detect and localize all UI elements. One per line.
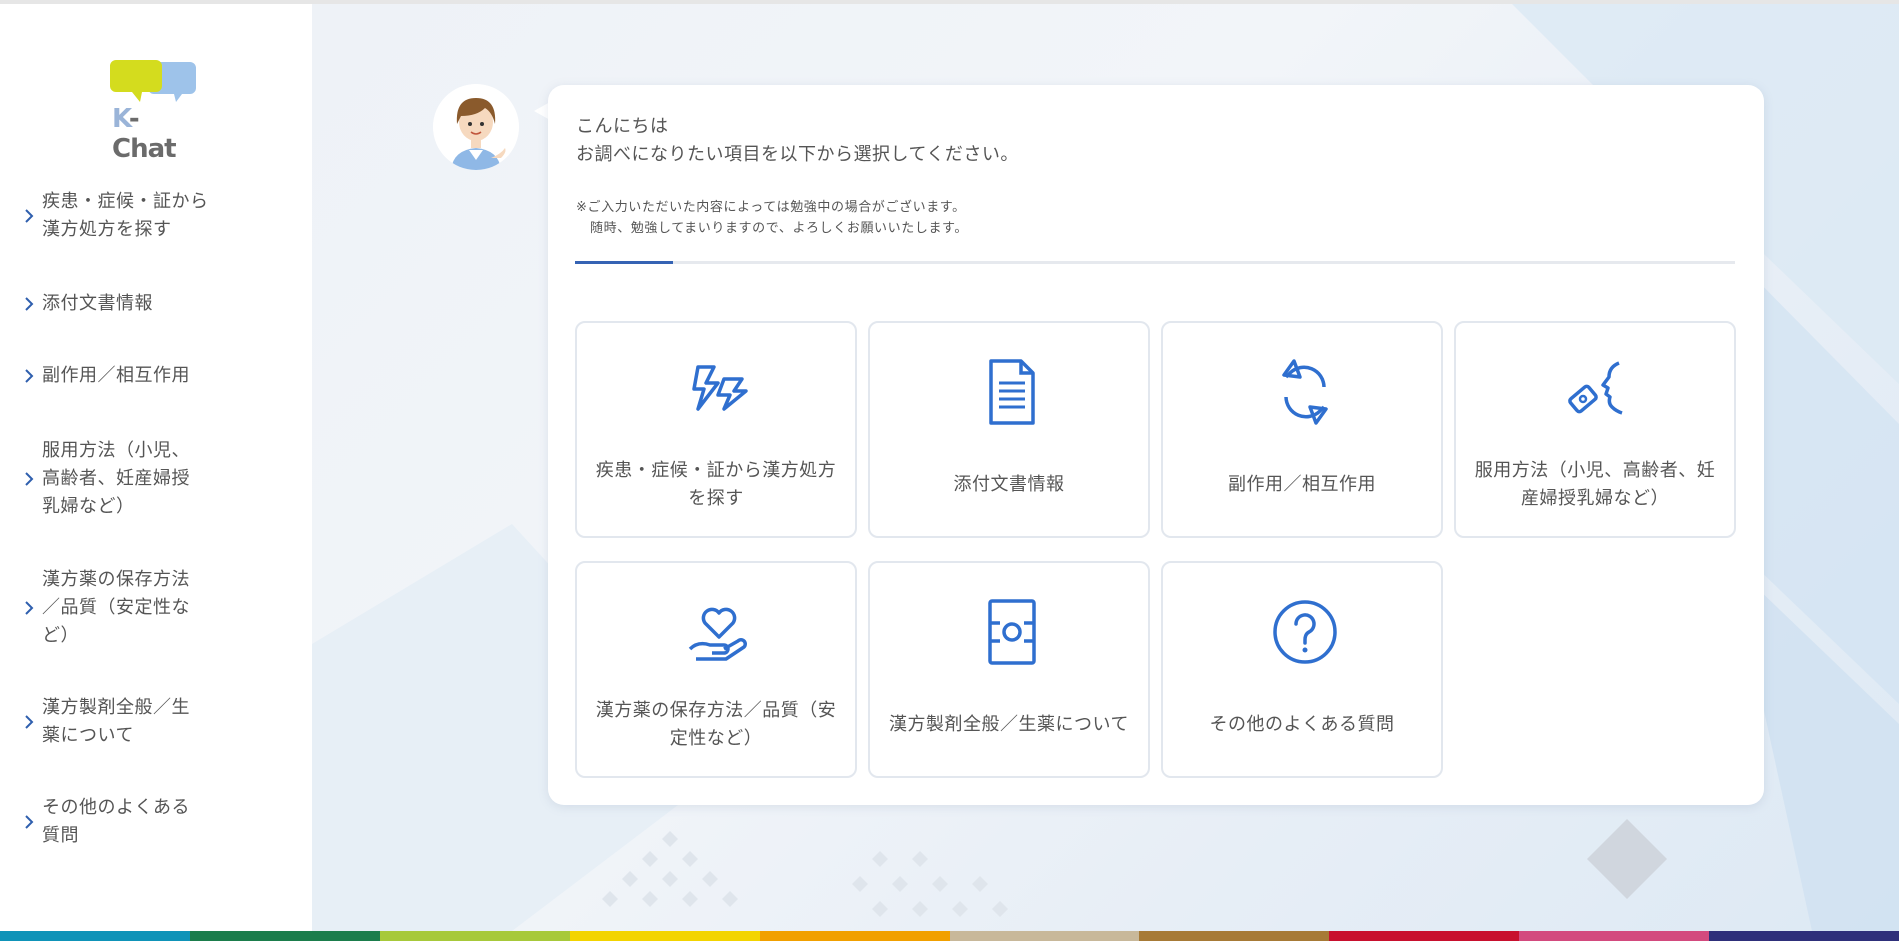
exchange-arrows-icon xyxy=(1282,359,1328,425)
color-bar-segment xyxy=(759,931,950,941)
color-bar-segment xyxy=(0,931,190,941)
sidebar-item-label: 添付文書情報 xyxy=(42,293,153,314)
tile-dosage[interactable]: 服用方法（小児、高齢者、妊産婦授乳婦など） xyxy=(1454,321,1736,538)
tile-package-insert[interactable]: 添付文書情報 xyxy=(868,321,1150,538)
color-bar-segment xyxy=(1329,931,1520,941)
pill-swallow-icon xyxy=(1568,361,1623,415)
color-bar-segment xyxy=(1139,931,1330,941)
sidebar-item-label: 漢方薬の保存方法／品質（安定性など） xyxy=(42,569,190,646)
color-bar-segment xyxy=(569,931,760,941)
chevron-right-icon xyxy=(25,472,34,486)
chevron-right-icon xyxy=(25,815,34,829)
notice-line-1: ※ご入力いただいた内容によっては勉強中の場合がございます。 xyxy=(576,200,966,215)
notice-line-2: 随時、勉強してまいりますので、よろしくお願いいたします。 xyxy=(590,221,968,236)
chevron-right-icon xyxy=(25,369,34,383)
chat-message-card: こんにちは お調べになりたい項目を以下から選択してください。 ※ご入力いただいた… xyxy=(548,85,1764,805)
color-bar-segment xyxy=(949,931,1140,941)
sidebar-item-dosage[interactable]: 服用方法（小児、高齢者、妊産婦授乳婦など） xyxy=(20,437,220,521)
tile-formulation[interactable]: 漢方製剤全般／生薬について xyxy=(868,561,1150,778)
color-bar-segment xyxy=(379,931,570,941)
tile-label: 服用方法（小児、高齢者、妊産婦授乳婦など） xyxy=(1474,460,1716,509)
tile-label: 漢方製剤全般／生薬について xyxy=(889,714,1129,735)
notice-text: ※ご入力いただいた内容によっては勉強中の場合がございます。 随時、勉強してまいり… xyxy=(576,197,968,239)
tile-faq[interactable]: その他のよくある質問 xyxy=(1161,561,1443,778)
sidebar: K-Chat 疾患・症候・証から漢方処方を探す 添付文書情報 副作用／相互作用 … xyxy=(0,4,312,931)
brand-color-bar xyxy=(0,931,1899,941)
question-icon xyxy=(1273,600,1337,664)
tile-storage[interactable]: 漢方薬の保存方法／品質（安定性など） xyxy=(575,561,857,778)
medicine-box-icon xyxy=(988,599,1036,665)
greeting-line-2: お調べになりたい項目を以下から選択してください。 xyxy=(576,144,1019,165)
sidebar-item-label: 副作用／相互作用 xyxy=(42,365,190,386)
sidebar-item-side-effects[interactable]: 副作用／相互作用 xyxy=(20,362,220,390)
color-bar-segment xyxy=(1519,931,1710,941)
sidebar-item-label: その他のよくある質問 xyxy=(42,797,190,846)
sidebar-item-label: 漢方製剤全般／生薬について xyxy=(42,697,190,746)
sidebar-item-label: 疾患・症候・証から漢方処方を探す xyxy=(42,191,209,240)
assistant-avatar-icon xyxy=(433,84,519,170)
sidebar-item-disease-search[interactable]: 疾患・症候・証から漢方処方を探す xyxy=(20,188,220,244)
color-bar-segment xyxy=(1709,931,1899,941)
sidebar-item-label: 服用方法（小児、高齢者、妊産婦授乳婦など） xyxy=(42,440,190,517)
logo-wordmark: K-Chat xyxy=(112,104,177,164)
tile-label: その他のよくある質問 xyxy=(1209,714,1395,735)
color-bar-segment xyxy=(189,931,380,941)
tile-label: 添付文書情報 xyxy=(953,474,1065,495)
greeting-text: こんにちは お調べになりたい項目を以下から選択してください。 xyxy=(576,113,1019,169)
greeting-line-1: こんにちは xyxy=(576,116,669,137)
lightning-icon xyxy=(692,365,748,411)
sidebar-item-faq[interactable]: その他のよくある質問 xyxy=(20,794,220,850)
progress-divider xyxy=(575,261,1735,264)
assistant-avatar xyxy=(433,84,519,170)
chevron-right-icon xyxy=(25,601,34,615)
main-content: こんにちは お調べになりたい項目を以下から選択してください。 ※ご入力いただいた… xyxy=(312,4,1899,931)
chevron-right-icon xyxy=(25,209,34,223)
heart-hand-icon xyxy=(688,607,747,661)
sidebar-item-storage[interactable]: 漢方薬の保存方法／品質（安定性など） xyxy=(20,566,220,650)
k-chat-logo[interactable]: K-Chat xyxy=(110,56,200,164)
chevron-right-icon xyxy=(25,297,34,311)
chevron-right-icon xyxy=(25,715,34,729)
tile-label: 副作用／相互作用 xyxy=(1228,474,1376,495)
tile-label: 漢方薬の保存方法／品質（安定性など） xyxy=(595,700,837,749)
sidebar-item-formulation[interactable]: 漢方製剤全般／生薬について xyxy=(20,694,220,750)
tile-side-effects[interactable]: 副作用／相互作用 xyxy=(1161,321,1443,538)
tile-label: 疾患・症候・証から漢方処方を探す xyxy=(595,460,837,509)
progress-accent xyxy=(575,261,673,264)
document-icon xyxy=(989,359,1035,425)
sidebar-item-package-insert[interactable]: 添付文書情報 xyxy=(20,290,220,318)
tile-disease-search[interactable]: 疾患・症候・証から漢方処方を探す xyxy=(575,321,857,538)
